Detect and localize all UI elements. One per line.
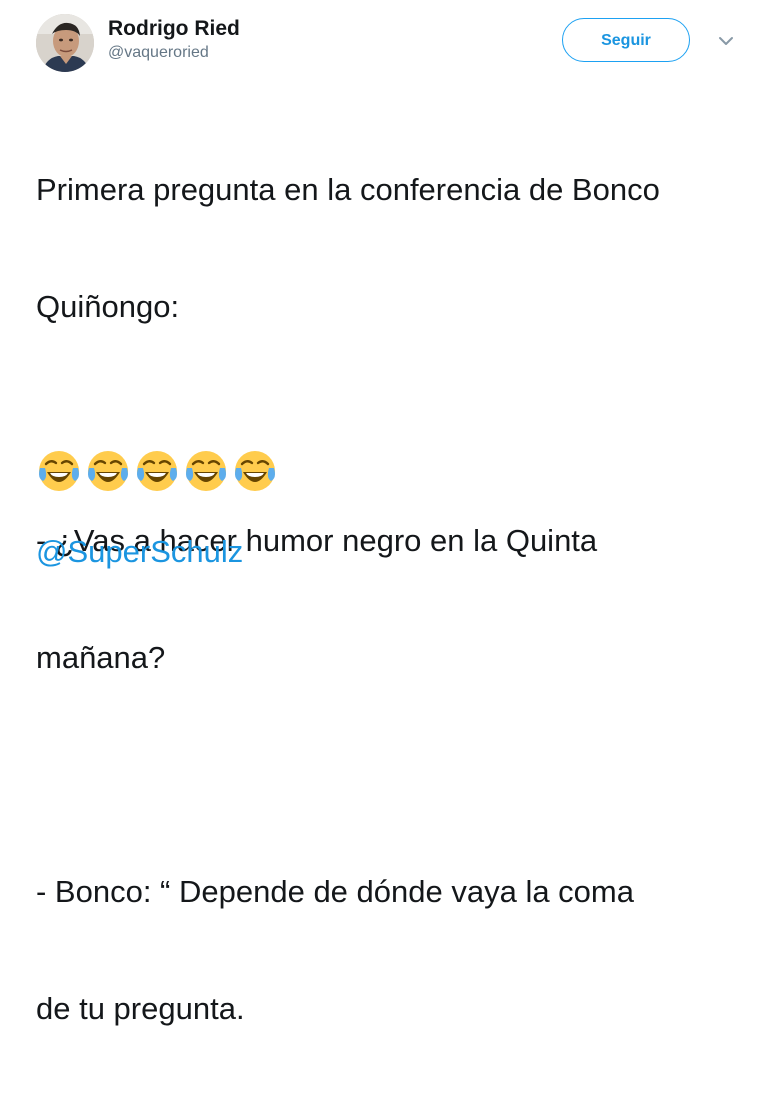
avatar-image <box>36 14 94 72</box>
emoji-row: 😂 😂 😂 <box>36 448 278 496</box>
tweet-text-line: Quiñongo: <box>36 289 180 324</box>
tears-of-joy-icon: 😂 <box>186 451 226 491</box>
follow-button[interactable]: Seguir <box>562 18 690 62</box>
tweet-text-line: mañana? <box>36 640 166 675</box>
avatar[interactable] <box>36 14 94 72</box>
tears-of-joy-icon: 😂 <box>39 451 79 491</box>
tweet-header: Rodrigo Ried @vaqueroried Seguir <box>36 14 746 74</box>
tears-of-joy-icon: 😂 <box>88 451 128 491</box>
tweet-card: Rodrigo Ried @vaqueroried Seguir Primera… <box>0 0 774 1026</box>
user-handle[interactable]: @vaqueroried <box>108 42 240 64</box>
tweet-text: Primera pregunta en la conferencia de Bo… <box>36 92 746 1106</box>
tweet-text-line <box>36 755 746 794</box>
tweet-text-line: de tu pregunta. <box>36 991 245 1026</box>
tweet-text-line <box>36 404 746 443</box>
tears-of-joy-icon: 😂 <box>137 451 177 491</box>
tweet-text-line: - Bonco: “ Depende de dónde vaya la coma <box>36 874 634 909</box>
user-info[interactable]: Rodrigo Ried @vaqueroried <box>108 16 240 64</box>
tears-of-joy-icon: 😂 <box>235 451 275 491</box>
chevron-down-icon[interactable] <box>718 34 734 46</box>
display-name[interactable]: Rodrigo Ried <box>108 16 240 42</box>
tweet-text-line: Primera pregunta en la conferencia de Bo… <box>36 172 660 207</box>
mention-link[interactable]: @SuperSchulz <box>36 532 243 571</box>
